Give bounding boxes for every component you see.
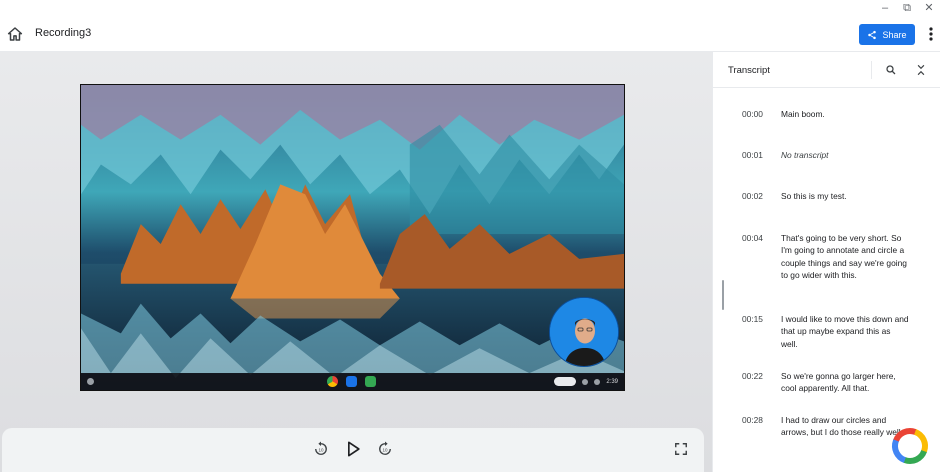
video-player: 2:39 10 10 <box>0 52 712 472</box>
share-label: Share <box>882 29 907 40</box>
restore-button[interactable]: ⧉ <box>900 1 914 15</box>
webcam-bubble[interactable] <box>549 297 619 367</box>
svg-text:10: 10 <box>382 447 388 452</box>
entry-text: That's going to be very short. So I'm go… <box>781 233 907 281</box>
battery-icon <box>594 378 601 385</box>
meet-app-icon <box>365 376 376 387</box>
share-button[interactable]: Share <box>859 24 915 45</box>
entry-timestamp: 00:22 <box>742 371 763 381</box>
screen-recording-pill <box>554 377 577 386</box>
presenter-image <box>550 298 618 366</box>
more-vert-icon[interactable] <box>924 25 938 43</box>
entry-timestamp: 00:15 <box>742 314 763 324</box>
transcript-scrollbar[interactable] <box>722 280 724 310</box>
entry-text: So this is my test. <box>781 191 847 201</box>
entry-timestamp: 00:01 <box>742 150 763 160</box>
window-bar: – ⧉ ✕ <box>0 0 940 16</box>
entry-text: Main boom. <box>781 109 825 119</box>
header-divider <box>871 61 872 79</box>
rewind-10-icon[interactable]: 10 <box>312 440 330 458</box>
close-button[interactable]: ✕ <box>922 1 936 15</box>
home-icon[interactable] <box>6 25 24 43</box>
video-frame[interactable]: 2:39 <box>80 84 625 391</box>
share-icon <box>868 30 877 39</box>
entry-timestamp: 00:00 <box>742 109 763 119</box>
shelf-apps <box>327 376 376 387</box>
files-app-icon <box>346 376 357 387</box>
collapse-icon[interactable] <box>914 63 928 77</box>
cave-wallpaper-image <box>81 85 624 390</box>
entry-timestamp: 00:04 <box>742 233 763 243</box>
entry-timestamp: 00:28 <box>742 415 763 425</box>
launcher-icon <box>87 378 94 385</box>
forward-10-icon[interactable]: 10 <box>376 440 394 458</box>
transcript-title: Transcript <box>728 65 770 76</box>
recording-title: Recording3 <box>35 27 92 39</box>
transcript-panel: Transcript 00:00 Main boom. 00:01 No tra… <box>712 52 940 472</box>
play-icon[interactable] <box>343 439 363 459</box>
entry-text: So we're gonna go larger here, cool appa… <box>781 371 896 394</box>
shelf-clock: 2:39 <box>606 378 618 385</box>
svg-text:10: 10 <box>318 447 324 452</box>
app-header: Recording3 Share <box>0 16 940 52</box>
google-logo-icon <box>892 428 928 464</box>
search-icon[interactable] <box>885 64 897 76</box>
transcript-header: Transcript <box>713 52 940 88</box>
minimize-button[interactable]: – <box>878 1 892 15</box>
entry-text: I would like to move this down and that … <box>781 314 909 349</box>
fullscreen-icon[interactable] <box>674 442 688 456</box>
entry-text: No transcript <box>781 150 829 160</box>
shelf-status-area: 2:39 <box>554 377 618 386</box>
entry-timestamp: 00:02 <box>742 191 763 201</box>
window-controls: – ⧉ ✕ <box>878 1 936 15</box>
wifi-icon <box>582 378 589 385</box>
playback-controls: 10 10 <box>2 428 704 472</box>
chromeos-shelf: 2:39 <box>81 373 624 390</box>
chrome-app-icon <box>327 376 338 387</box>
